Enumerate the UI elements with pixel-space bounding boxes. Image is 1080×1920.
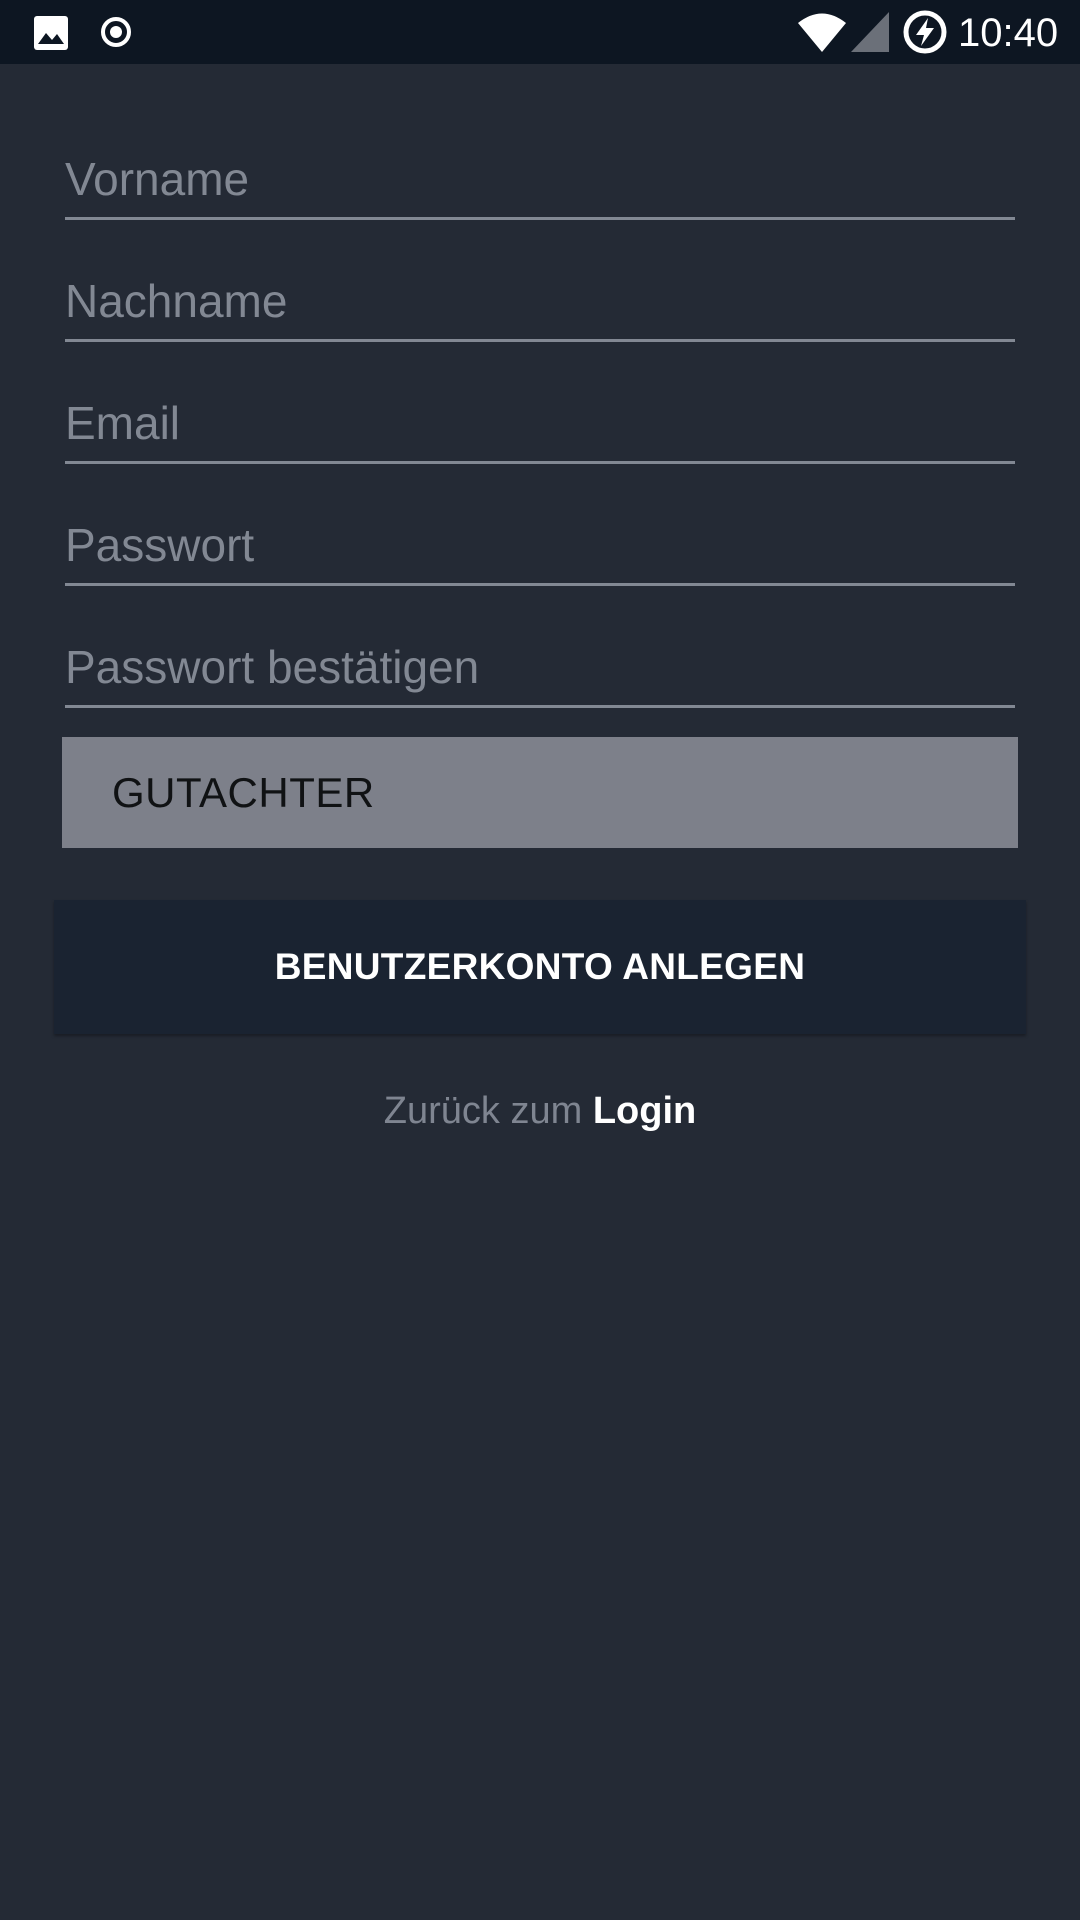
battery-charging-icon: [902, 9, 948, 55]
image-icon: [34, 16, 68, 50]
password-confirm-field: [65, 628, 1015, 708]
first-name-input[interactable]: [65, 140, 1015, 217]
email-field: [65, 384, 1015, 464]
back-to-login-row: Zurück zum Login: [0, 1085, 1080, 1137]
last-name-field: [65, 262, 1015, 342]
wifi-icon: [797, 12, 847, 52]
back-to-login-prefix: Zurück zum: [383, 1090, 583, 1132]
login-link[interactable]: Login: [593, 1090, 696, 1132]
last-name-input[interactable]: [65, 262, 1015, 339]
create-account-label: BENUTZERKONTO ANLEGEN: [274, 946, 806, 987]
status-bar: 10:40: [0, 0, 1080, 64]
password-confirm-input[interactable]: [65, 628, 1015, 705]
password-input[interactable]: [65, 506, 1015, 583]
signal-icon: [851, 12, 889, 52]
create-account-button[interactable]: BENUTZERKONTO ANLEGEN: [54, 900, 1026, 1034]
role-select[interactable]: GUTACHTER: [62, 737, 1018, 848]
role-selected-value: GUTACHTER: [112, 769, 375, 816]
password-field: [65, 506, 1015, 586]
record-icon: [99, 15, 133, 49]
email-input[interactable]: [65, 384, 1015, 461]
status-time: 10:40: [958, 11, 1059, 55]
first-name-field: [65, 140, 1015, 220]
